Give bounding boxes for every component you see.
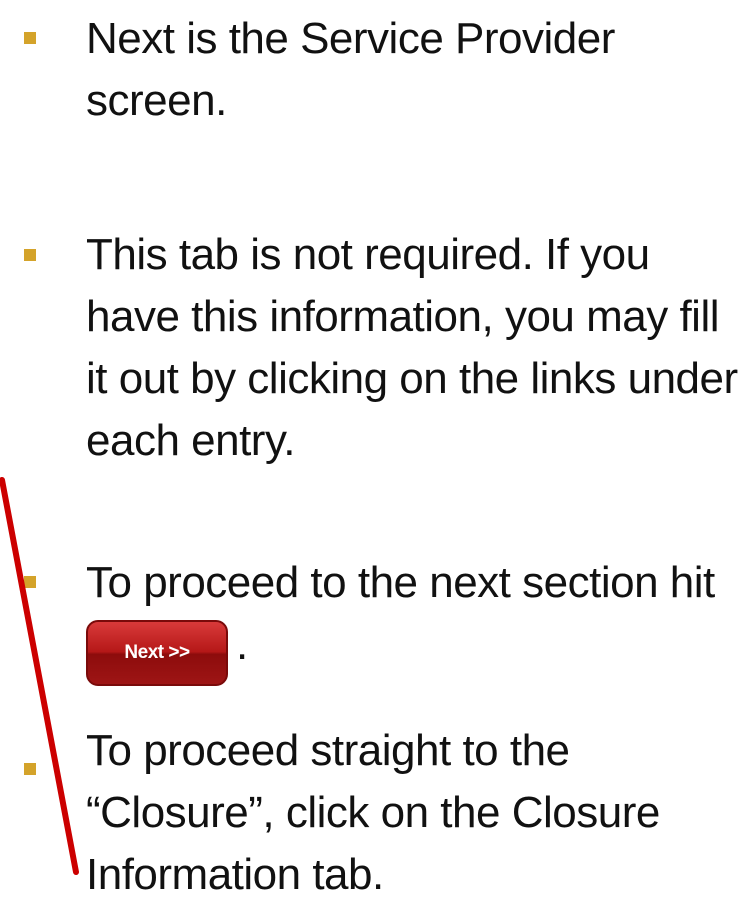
bullet-marker bbox=[24, 576, 36, 588]
bullet-2-line-4: each entry. bbox=[86, 416, 295, 465]
bullet-marker bbox=[24, 763, 36, 775]
next-button[interactable]: Next >> bbox=[86, 620, 228, 686]
bullet-marker bbox=[24, 32, 36, 44]
bullet-4-line-3: Information tab. bbox=[86, 850, 384, 899]
bullet-2-line-3: it out by clicking on the links under bbox=[86, 354, 738, 403]
bullet-marker bbox=[24, 249, 36, 261]
bullet-4-line-1: To proceed straight to the bbox=[86, 726, 570, 775]
bullet-4-text: To proceed straight to the “Closure”, cl… bbox=[86, 720, 660, 906]
next-button-label: Next >> bbox=[86, 620, 228, 686]
bullet-3-button-row: Next >> . bbox=[86, 614, 715, 686]
bullet-1-text: Next is the Service Provider screen. bbox=[86, 8, 615, 132]
bullet-2-text: This tab is not required. If you have th… bbox=[86, 224, 738, 472]
bullet-1-line-2: screen. bbox=[86, 76, 227, 125]
bullet-4-line-2: “Closure”, click on the Closure bbox=[86, 788, 660, 837]
bullet-2-line-1: This tab is not required. If you bbox=[86, 230, 650, 279]
bullet-2-line-2: have this information, you may fill bbox=[86, 292, 720, 341]
pointer-arrow-stroke bbox=[0, 477, 79, 875]
trailing-period: . bbox=[236, 620, 248, 669]
bullet-1-line-1: Next is the Service Provider bbox=[86, 14, 615, 63]
bullet-3-text: To proceed to the next section hit Next … bbox=[86, 552, 715, 686]
bullet-3-line-1: To proceed to the next section hit bbox=[86, 558, 715, 607]
